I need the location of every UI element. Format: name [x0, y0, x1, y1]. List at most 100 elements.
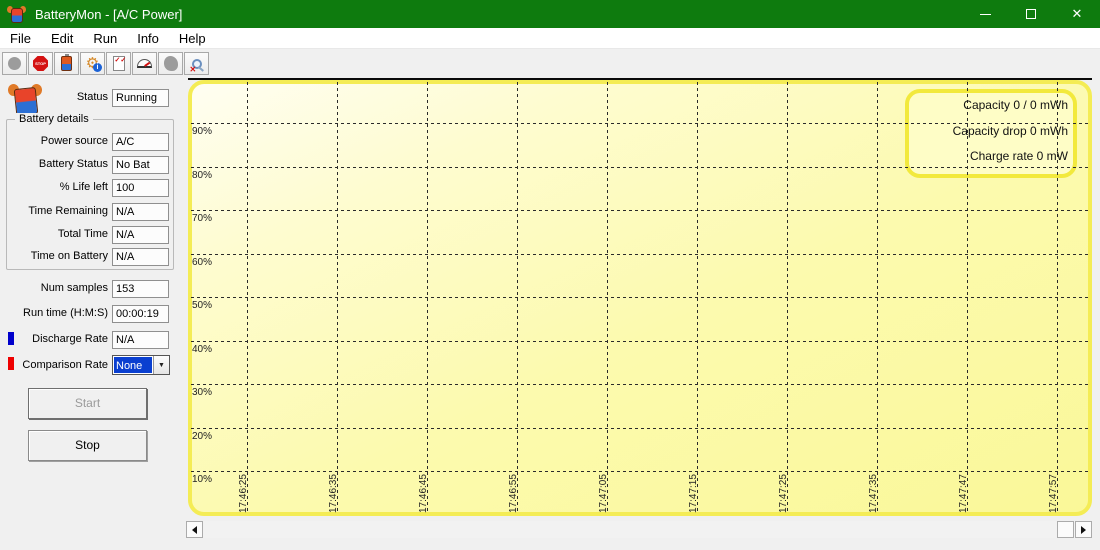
battery-status-label: Battery Status: [0, 156, 108, 173]
menu-help[interactable]: Help: [169, 28, 216, 49]
start-button[interactable]: Start: [28, 388, 147, 419]
minimize-icon: [980, 14, 991, 15]
discharge-rate-field: N/A: [112, 331, 169, 349]
y-tick-40: 40%: [192, 344, 212, 355]
gridline-t4: [607, 82, 608, 514]
x-tick-6: 17:47:25: [778, 474, 789, 513]
y-tick-80: 80%: [192, 170, 212, 181]
y-tick-10: 10%: [192, 474, 212, 485]
silhouette-icon: [164, 56, 178, 71]
discharge-rate-label: Discharge Rate: [0, 331, 108, 348]
menu-edit[interactable]: Edit: [41, 28, 83, 49]
battery-icon: [61, 56, 72, 71]
battery-status-field: No Bat: [112, 156, 169, 174]
search-error-icon: [192, 59, 202, 69]
battery-level-line: [188, 78, 1092, 80]
minimize-button[interactable]: [962, 0, 1008, 28]
toolbar: STOP ⚙i ✓✓: [0, 49, 1100, 77]
power-source-field: A/C: [112, 133, 169, 151]
x-tick-1: 17:46:35: [328, 474, 339, 513]
scrollbar-thumb[interactable]: [1057, 521, 1074, 538]
y-tick-20: 20%: [192, 431, 212, 442]
time-on-battery-field: N/A: [112, 248, 169, 266]
run-time-field: 00:00:19: [112, 305, 169, 323]
y-tick-90: 90%: [192, 126, 212, 137]
app-logo-icon: [8, 5, 26, 23]
menu-run[interactable]: Run: [83, 28, 127, 49]
charge-rate-text: Charge rate 0 mW: [768, 149, 1068, 163]
gridline-t6: [787, 82, 788, 514]
gridline-20: [191, 428, 1089, 429]
stop-logging-button[interactable]: STOP: [28, 52, 53, 75]
comparison-rate-value: None: [114, 357, 152, 373]
close-icon: ✕: [1072, 6, 1083, 22]
capacity-drop-text: Capacity drop 0 mWh: [768, 124, 1068, 138]
gridline-t0: [247, 82, 248, 514]
record-button[interactable]: [2, 52, 27, 75]
scroll-right-button[interactable]: [1075, 521, 1092, 538]
gridline-t3: [517, 82, 518, 514]
time-remaining-field: N/A: [112, 203, 169, 221]
history-button[interactable]: [158, 52, 183, 75]
gridline-70: [191, 210, 1089, 211]
gridline-t5: [697, 82, 698, 514]
x-tick-5: 17:47:15: [688, 474, 699, 513]
status-label: Status: [0, 89, 108, 106]
gridline-60: [191, 254, 1089, 255]
gridline-t1: [337, 82, 338, 514]
x-tick-2: 17:46:45: [418, 474, 429, 513]
stop-button[interactable]: Stop: [28, 430, 147, 461]
menubar: File Edit Run Info Help: [0, 28, 1100, 49]
gridline-40: [191, 341, 1089, 342]
gauge-icon: [137, 59, 152, 68]
y-tick-60: 60%: [192, 257, 212, 268]
maximize-icon: [1026, 9, 1036, 19]
x-tick-9: 17:47:57: [1048, 474, 1059, 513]
settings-button[interactable]: ⚙i: [80, 52, 105, 75]
titlebar: BatteryMon - [A/C Power] ✕: [0, 0, 1100, 28]
scroll-left-button[interactable]: [186, 521, 203, 538]
life-left-field: 100: [112, 179, 169, 197]
gauge-button[interactable]: [132, 52, 157, 75]
close-button[interactable]: ✕: [1054, 0, 1100, 28]
record-icon: [8, 57, 21, 70]
life-left-label: % Life left: [0, 179, 108, 196]
chevron-down-icon[interactable]: ▼: [153, 356, 169, 374]
diagnostics-button[interactable]: [184, 52, 209, 75]
run-time-label: Run time (H:M:S): [0, 305, 108, 322]
menu-info[interactable]: Info: [127, 28, 169, 49]
x-tick-3: 17:46:55: [508, 474, 519, 513]
stop-sign-icon: STOP: [33, 56, 48, 71]
gridline-80: [191, 167, 1089, 168]
left-panel: Status Running Battery details Power sou…: [0, 77, 188, 550]
battery-info-button[interactable]: [54, 52, 79, 75]
num-samples-field: 153: [112, 280, 169, 298]
total-time-field: N/A: [112, 226, 169, 244]
y-tick-70: 70%: [192, 213, 212, 224]
menu-file[interactable]: File: [0, 28, 41, 49]
checklist-icon: ✓✓: [113, 56, 125, 71]
x-tick-0: 17:46:25: [238, 474, 249, 513]
scroll-right-icon: [1081, 526, 1086, 534]
x-tick-8: 17:47:47: [958, 474, 969, 513]
time-remaining-label: Time Remaining: [0, 203, 108, 220]
gridline-t7: [877, 82, 878, 514]
checklist-button[interactable]: ✓✓: [106, 52, 131, 75]
chart-scrollbar[interactable]: [186, 521, 1092, 538]
gear-icon: ⚙i: [86, 56, 99, 71]
power-source-label: Power source: [0, 133, 108, 150]
status-field: Running: [112, 89, 169, 107]
y-tick-50: 50%: [192, 300, 212, 311]
gridline-10: [191, 471, 1089, 472]
comparison-rate-label: Comparison Rate: [0, 357, 108, 374]
gridline-t2: [427, 82, 428, 514]
comparison-rate-dropdown[interactable]: None ▼: [112, 355, 170, 375]
total-time-label: Total Time: [0, 226, 108, 243]
y-tick-30: 30%: [192, 387, 212, 398]
group-title: Battery details: [15, 113, 93, 125]
capacity-text: Capacity 0 / 0 mWh: [768, 98, 1068, 112]
num-samples-label: Num samples: [0, 280, 108, 297]
battery-chart: Capacity 0 / 0 mWh Capacity drop 0 mWh C…: [188, 80, 1092, 516]
maximize-button[interactable]: [1008, 0, 1054, 28]
window-title: BatteryMon - [A/C Power]: [35, 7, 182, 22]
